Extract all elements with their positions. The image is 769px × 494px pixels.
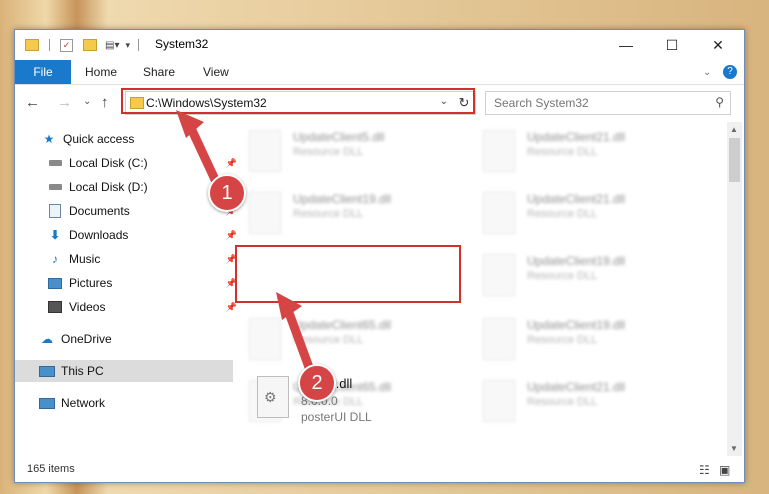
step-badge-1: 1: [208, 174, 246, 212]
arrow-2: [276, 292, 315, 375]
annotation-arrows: [176, 110, 315, 375]
arrow-1: [176, 110, 223, 191]
step-badge-2: 2: [298, 364, 336, 402]
